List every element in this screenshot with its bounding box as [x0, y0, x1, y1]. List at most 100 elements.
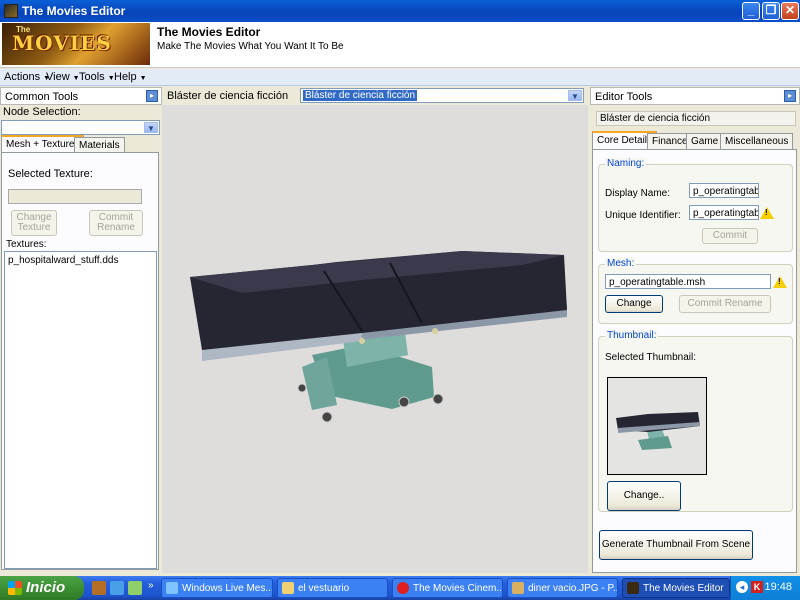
wheel: [321, 411, 333, 423]
unique-id-label: Unique Identifier:: [605, 210, 681, 221]
naming-group: Naming: Display Name: p_operatingtable U…: [598, 158, 793, 252]
menu-actions[interactable]: Actions ▼: [4, 71, 50, 83]
app-icon: [627, 582, 639, 594]
tab-materials[interactable]: Materials: [74, 137, 125, 153]
common-tools-panel: Common Tools ▸ Node Selection: ▼ Mesh + …: [0, 87, 162, 573]
ie-icon[interactable]: [110, 581, 124, 595]
quicklaunch-desktop-icon[interactable]: [128, 581, 142, 595]
selected-thumbnail-label: Selected Thumbnail:: [605, 352, 696, 363]
commit-rename-button[interactable]: Commit Rename: [89, 210, 143, 236]
operating-table-model: [190, 251, 567, 423]
logo-text: MOVIES: [12, 31, 112, 55]
tab-miscellaneous[interactable]: Miscellaneous: [720, 133, 794, 149]
selected-texture-label: Selected Texture:: [8, 168, 93, 180]
thumbnail-group: Thumbnail: Selected Thumbnail: Change..: [598, 330, 793, 512]
pin-icon[interactable]: ▸: [784, 90, 796, 102]
task-movies-cinema[interactable]: The Movies Cinem...: [392, 578, 503, 598]
start-button[interactable]: Inicio: [0, 576, 84, 600]
task-windows-live[interactable]: Windows Live Mes...: [161, 578, 273, 598]
textures-list[interactable]: p_hospitalward_stuff.dds: [4, 251, 157, 569]
menu-help[interactable]: Help ▼: [114, 71, 147, 83]
commit-rename-button[interactable]: Commit Rename: [679, 295, 771, 313]
task-el-vestuario[interactable]: el vestuario: [277, 578, 388, 598]
title-bar: The Movies Editor _ ❐ ✕: [0, 0, 800, 22]
scene-viewport: Bláster de ciencia ficción Bláster de ci…: [162, 87, 588, 573]
menu-view[interactable]: View ▼: [46, 71, 80, 83]
unique-id-field[interactable]: p_operatingtable: [689, 205, 759, 220]
textures-label: Textures:: [6, 239, 47, 250]
core-details-page: Naming: Display Name: p_operatingtable U…: [592, 149, 797, 573]
minimize-icon[interactable]: _: [742, 2, 760, 20]
window-title: The Movies Editor: [22, 4, 126, 18]
quicklaunch-media-icon[interactable]: [92, 581, 106, 595]
folder-icon: [282, 582, 294, 594]
node-selection-label: Node Selection:: [3, 106, 81, 118]
task-label: The Movies Cinem...: [413, 583, 503, 594]
tab-game[interactable]: Game: [686, 133, 724, 149]
list-item[interactable]: p_hospitalward_stuff.dds: [5, 252, 156, 269]
tray-arrow-icon[interactable]: ◂: [736, 581, 748, 593]
chevron-down-icon[interactable]: ▼: [144, 122, 158, 133]
editor-tools-header: Editor Tools ▸: [590, 87, 800, 105]
pin-icon[interactable]: ▸: [146, 90, 158, 102]
antivirus-icon[interactable]: K: [751, 581, 763, 593]
object-name-field: Bláster de ciencia ficción: [596, 111, 796, 126]
task-label: diner vacio.JPG - P...: [528, 583, 618, 594]
change-mesh-button[interactable]: Change: [605, 295, 663, 313]
menu-bar: Actions ▼ View ▼ Tools ▼ Help ▼: [0, 69, 800, 86]
maximize-icon[interactable]: ❐: [762, 2, 780, 20]
generate-thumbnail-button[interactable]: Generate Thumbnail From Scene: [599, 530, 753, 560]
taskbar: Inicio » Windows Live Mes... el vestuari…: [0, 576, 800, 600]
commit-button[interactable]: Commit: [702, 228, 758, 244]
windows-flag-icon: [8, 581, 22, 595]
tab-mesh-textures[interactable]: Mesh + Textures: [1, 135, 85, 153]
task-label: The Movies Editor: [643, 583, 724, 594]
menu-label: Help: [114, 71, 137, 83]
clock: 19:48: [764, 581, 792, 593]
system-tray: ◂ K 19:48: [730, 576, 800, 600]
object-selector-bar: Bláster de ciencia ficción Bláster de ci…: [162, 87, 588, 105]
mesh-field[interactable]: p_operatingtable.msh: [605, 274, 771, 289]
display-name-label: Display Name:: [605, 188, 671, 199]
menu-label: View: [46, 71, 70, 83]
the-movies-logo: The MOVIES: [2, 23, 150, 65]
app-icon: [4, 4, 18, 18]
task-movies-editor[interactable]: The Movies Editor: [622, 578, 730, 598]
panel-title: Common Tools: [5, 91, 79, 103]
panel-title: Editor Tools: [595, 91, 653, 103]
chevron-down-icon: ▼: [139, 75, 147, 82]
start-label: Inicio: [26, 579, 66, 596]
warning-icon: !: [760, 207, 774, 219]
task-diner-vacio[interactable]: diner vacio.JPG - P...: [507, 578, 618, 598]
wheel: [432, 393, 444, 405]
change-thumbnail-button[interactable]: Change..: [607, 481, 681, 511]
task-label: el vestuario: [298, 583, 350, 594]
chevron-down-icon[interactable]: ▼: [568, 90, 582, 101]
menu-tools[interactable]: Tools ▼: [79, 71, 115, 83]
warning-icon: !: [773, 276, 787, 288]
menu-label: Tools: [79, 71, 105, 83]
close-icon[interactable]: ✕: [781, 2, 799, 20]
selected-texture-field: [8, 189, 142, 204]
change-texture-button[interactable]: Change Texture: [11, 210, 57, 236]
group-title: Thumbnail:: [605, 330, 659, 341]
render-view[interactable]: [162, 105, 588, 573]
editor-tools-panel: Editor Tools ▸ Bláster de ciencia ficció…: [590, 87, 800, 573]
node-selection-dropdown[interactable]: ▼: [1, 120, 160, 135]
task-label: Windows Live Mes...: [182, 583, 273, 594]
frame-knob: [432, 328, 438, 334]
object-dropdown-value: Bláster de ciencia ficción: [303, 90, 418, 101]
messenger-icon: [166, 582, 178, 594]
quicklaunch-more-icon[interactable]: »: [148, 580, 154, 591]
frame-knob: [359, 338, 365, 344]
thumbnail-preview: [607, 377, 707, 475]
mesh-textures-page: Selected Texture: Change Texture Commit …: [1, 152, 159, 570]
display-name-field[interactable]: p_operatingtable: [689, 183, 759, 198]
object-dropdown[interactable]: Bláster de ciencia ficción ▼: [300, 88, 584, 103]
app-title: The Movies Editor: [157, 25, 261, 39]
mesh-group: Mesh: p_operatingtable.msh ! Change Comm…: [598, 258, 793, 324]
thumbnail-image: [608, 378, 706, 474]
opera-icon: [397, 582, 409, 594]
common-tools-header: Common Tools ▸: [0, 87, 162, 105]
header-banner: The MOVIES The Movies Editor Make The Mo…: [0, 22, 800, 68]
